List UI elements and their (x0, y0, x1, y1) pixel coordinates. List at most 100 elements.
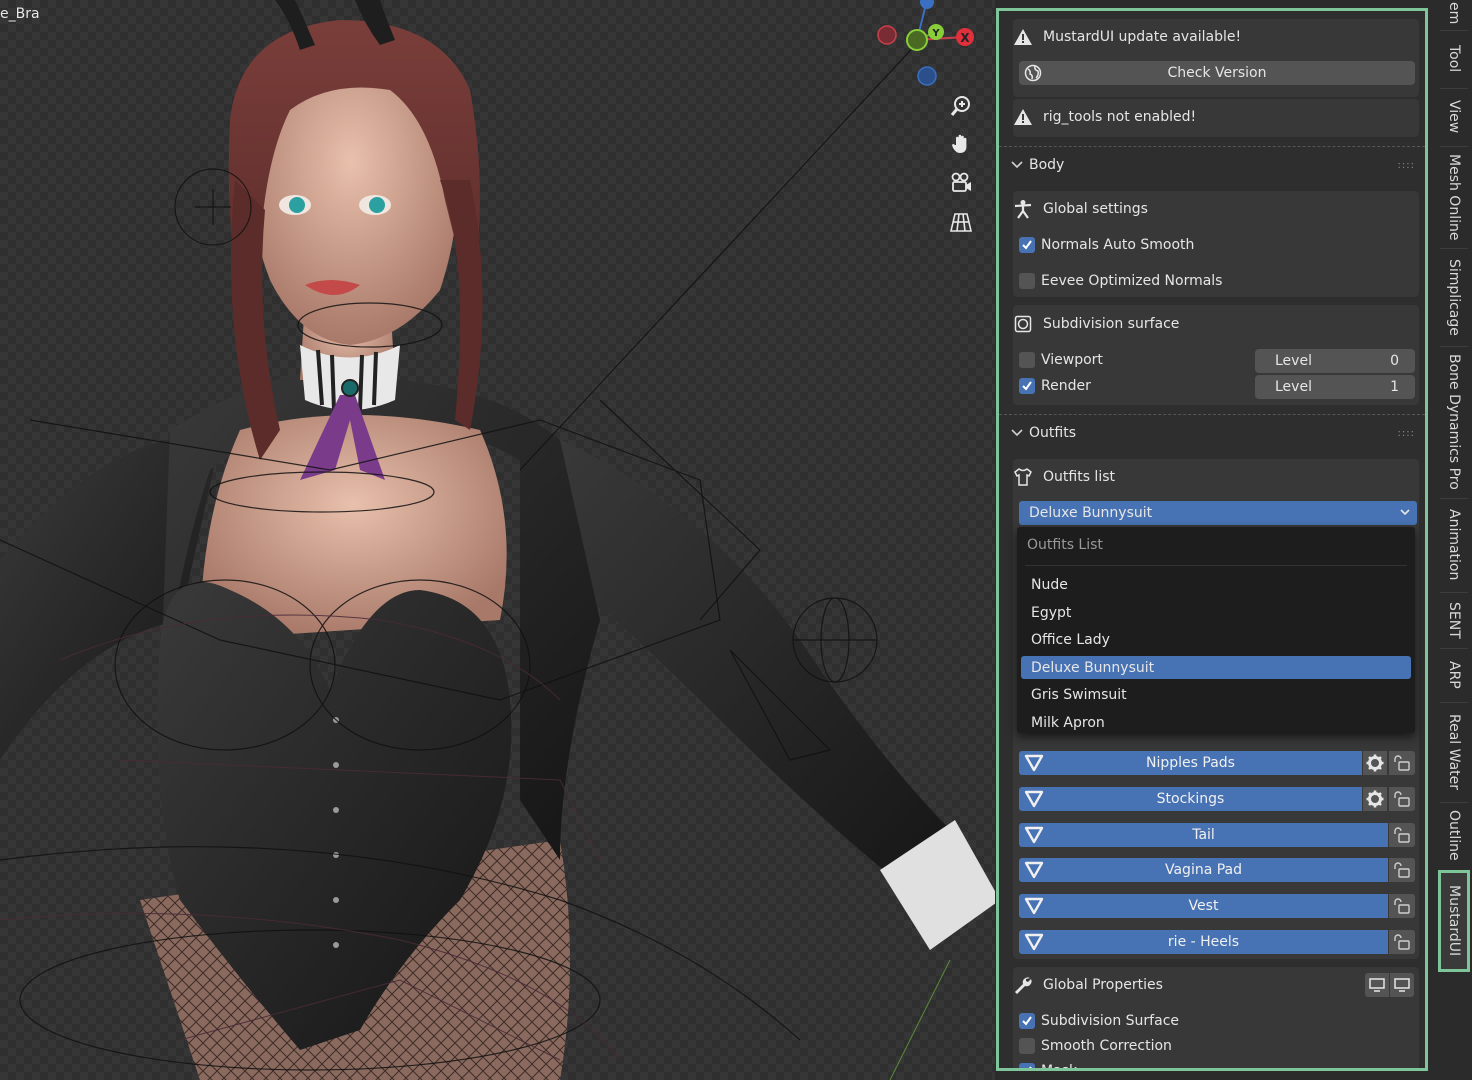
unlock-icon[interactable] (1389, 787, 1415, 811)
tab-real-water[interactable]: Real Water (1440, 702, 1468, 801)
viewport-subdiv-checkbox[interactable]: Viewport (1019, 347, 1103, 373)
chevron-down-icon (1011, 425, 1023, 441)
tab-mesh-online[interactable]: Mesh Online (1440, 146, 1468, 247)
shirt-icon (1013, 467, 1033, 487)
outfit-item-label: Vest (1188, 898, 1219, 914)
normals-auto-smooth-checkbox[interactable]: Normals Auto Smooth (1019, 232, 1194, 258)
dropdown-option[interactable]: Egypt (1021, 601, 1411, 624)
outfit-item-button[interactable]: Vagina Pad (1019, 858, 1388, 882)
axis-y-label: Y (931, 28, 940, 39)
outfit-item-row: rie - Heels (1019, 930, 1415, 954)
divider (1025, 565, 1407, 566)
outfits-section-header[interactable]: Outfits :::: (999, 416, 1425, 450)
checkbox-icon[interactable] (1019, 1013, 1035, 1029)
3d-viewport[interactable]: e_Bra X Y (0, 0, 995, 1080)
dropdown-option[interactable]: Nude (1021, 573, 1411, 596)
outfit-item-label: Tail (1192, 827, 1215, 843)
hand-icon[interactable] (946, 129, 976, 159)
viewport-object-label: e_Bra (0, 6, 40, 22)
tab-view[interactable]: View (1440, 88, 1468, 145)
tab-arp[interactable]: ARP (1440, 648, 1468, 701)
checkbox-icon[interactable] (1019, 378, 1035, 394)
tab-simplicage[interactable]: Simplicage (1440, 248, 1468, 345)
render-level-field[interactable]: Level 1 (1255, 375, 1415, 399)
outfits-dropdown-menu: Outfits List Nude Egypt Office Lady Delu… (1017, 527, 1415, 733)
tab-sent[interactable]: SENT (1440, 592, 1468, 647)
global-subdivision-checkbox[interactable]: Subdivision Surface (1019, 1008, 1179, 1034)
divider (999, 414, 1425, 415)
unlock-icon[interactable] (1389, 930, 1415, 954)
dropdown-option[interactable]: Milk Apron (1021, 711, 1411, 734)
outfit-item-button[interactable]: Nipples Pads (1019, 751, 1362, 775)
outfit-item-row: Stockings (1019, 787, 1415, 811)
dropdown-option[interactable]: Office Lady (1021, 628, 1411, 651)
outfit-item-button[interactable]: Vest (1019, 894, 1388, 918)
sidebar-tabs: em Tool View Mesh Online Simplicage Bone… (1436, 0, 1472, 1080)
chevron-down-icon (1399, 505, 1411, 523)
outfit-item-row: Vagina Pad (1019, 858, 1415, 882)
update-message: MustardUI update available! (1013, 24, 1241, 50)
mesh-triangle-icon (1023, 933, 1045, 955)
render-subdiv-checkbox[interactable]: Render (1019, 373, 1091, 399)
mesh-triangle-icon (1023, 861, 1045, 883)
mesh-triangle-icon (1023, 897, 1045, 919)
zoom-icon[interactable] (946, 91, 976, 121)
subdivision-icon (1013, 314, 1033, 334)
checkbox-icon[interactable] (1019, 352, 1035, 368)
monitor-icon[interactable] (1390, 973, 1414, 997)
globe-icon (1023, 63, 1043, 83)
rig-warning: rig_tools not enabled! (1013, 104, 1196, 130)
checkbox-icon[interactable] (1019, 1038, 1035, 1054)
character-render (0, 0, 995, 1080)
mask-checkbox[interactable]: Mask (1019, 1058, 1077, 1068)
outfit-item-label: Nipples Pads (1146, 755, 1235, 771)
checkbox-icon[interactable] (1019, 1063, 1035, 1068)
tab-animation[interactable]: Animation (1440, 498, 1468, 591)
check-version-button[interactable]: Check Version (1019, 61, 1415, 85)
warning-icon (1013, 27, 1033, 47)
wrench-icon (1013, 975, 1033, 995)
mesh-triangle-icon (1023, 826, 1045, 848)
outfit-select[interactable]: Deluxe Bunnysuit (1019, 501, 1417, 525)
armature-icon (1013, 199, 1033, 219)
camera-icon[interactable] (946, 168, 976, 198)
checkbox-icon[interactable] (1019, 273, 1035, 289)
outfit-item-button[interactable]: rie - Heels (1019, 930, 1388, 954)
outfit-item-button[interactable]: Stockings (1019, 787, 1362, 811)
mesh-triangle-icon (1023, 754, 1045, 776)
dropdown-option[interactable]: Gris Swimsuit (1021, 683, 1411, 706)
grid-icon[interactable] (946, 207, 976, 237)
outfit-item-button[interactable]: Tail (1019, 823, 1388, 847)
axis-gizmo[interactable]: X Y (870, 0, 980, 95)
dropdown-title: Outfits List (1027, 537, 1103, 553)
body-section-header[interactable]: Body :::: (999, 148, 1425, 182)
outfit-item-label: rie - Heels (1167, 934, 1240, 950)
drag-handle-icon[interactable]: :::: (1398, 160, 1415, 171)
axis-x-label: X (960, 31, 970, 45)
tab-tool[interactable]: Tool (1440, 30, 1468, 87)
tab-item[interactable]: em (1440, 0, 1468, 26)
gear-icon[interactable] (1363, 751, 1387, 775)
dropdown-option-selected[interactable]: Deluxe Bunnysuit (1021, 656, 1411, 679)
viewport-level-field[interactable]: Level 0 (1255, 349, 1415, 373)
eevee-optimized-checkbox[interactable]: Eevee Optimized Normals (1019, 268, 1222, 294)
drag-handle-icon[interactable]: :::: (1398, 428, 1415, 439)
divider (999, 146, 1425, 147)
global-properties-header: Global Properties (1013, 972, 1163, 998)
unlock-icon[interactable] (1389, 858, 1415, 882)
tab-mustardui[interactable]: MustardUI (1438, 870, 1470, 972)
smooth-correction-checkbox[interactable]: Smooth Correction (1019, 1033, 1172, 1059)
monitor-icon[interactable] (1365, 973, 1389, 997)
unlock-icon[interactable] (1389, 751, 1415, 775)
unlock-icon[interactable] (1389, 823, 1415, 847)
outfit-item-row: Vest (1019, 894, 1415, 918)
tab-bone-dynamics-pro[interactable]: Bone Dynamics Pro (1440, 346, 1468, 497)
mustardui-panel: MustardUI update available! Check Versio… (996, 8, 1428, 1071)
global-settings-header: Global settings (1013, 196, 1148, 222)
unlock-icon[interactable] (1389, 894, 1415, 918)
tab-outline[interactable]: Outline (1440, 802, 1468, 867)
warning-icon (1013, 107, 1033, 127)
gear-icon[interactable] (1363, 787, 1387, 811)
outfit-item-label: Stockings (1156, 791, 1225, 807)
checkbox-icon[interactable] (1019, 237, 1035, 253)
